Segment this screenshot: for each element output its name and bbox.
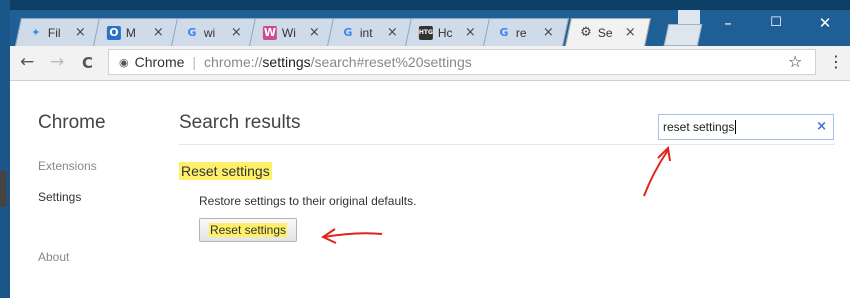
active-window-marker <box>0 171 7 207</box>
desktop-background <box>0 0 10 298</box>
annotation-arrow-search <box>643 149 669 197</box>
chrome-window: ✦ Fil × O M × G wi × W Wi × G int × HTG … <box>10 10 850 298</box>
close-icon[interactable]: × <box>625 25 636 40</box>
gear-icon: ⚙ <box>580 24 592 40</box>
tab-settings[interactable]: ⚙ Se × <box>565 18 651 46</box>
annotation-arrow-button <box>323 232 383 238</box>
annotation-overlay <box>320 145 671 244</box>
tab-title: Se <box>597 25 613 40</box>
